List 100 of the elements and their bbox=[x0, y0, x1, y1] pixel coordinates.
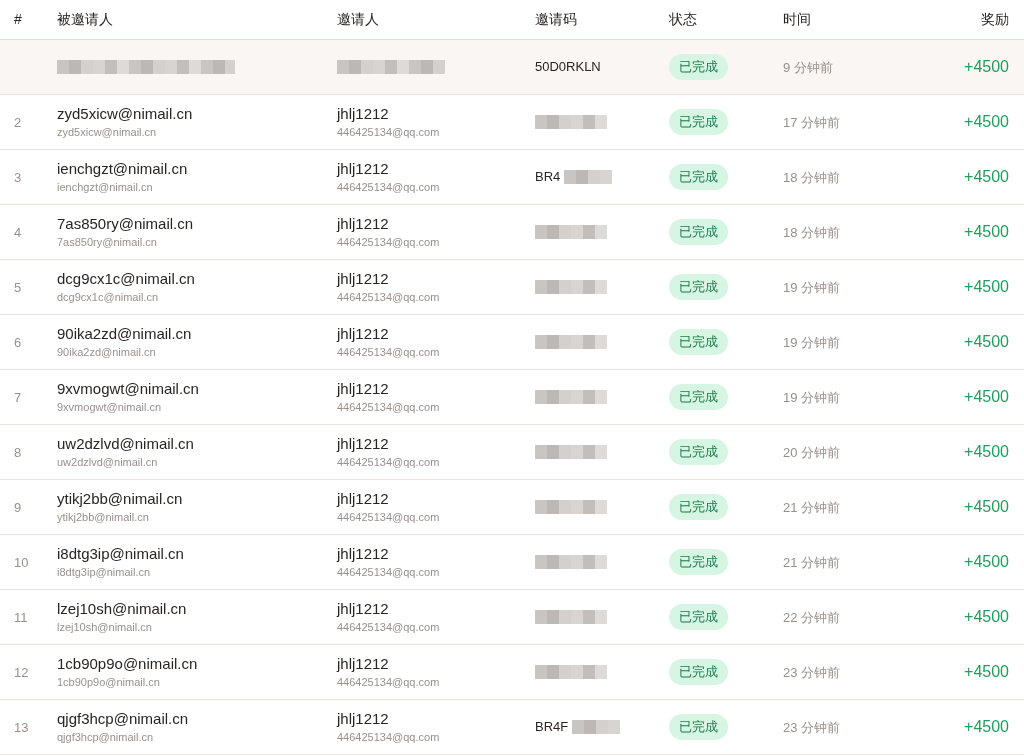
person-name: jhlj1212 bbox=[337, 434, 390, 454]
reward-amount: +4500 bbox=[964, 223, 1009, 240]
person-email: 7as850ry@nimail.cn bbox=[57, 235, 158, 250]
column-header: 奖励 bbox=[981, 10, 1009, 29]
column-header: 邀请人 bbox=[337, 10, 379, 29]
status-badge: 已完成 bbox=[669, 274, 728, 300]
person-name: zyd5xicw@nimail.cn bbox=[57, 104, 194, 124]
person-name: 7as850ry@nimail.cn bbox=[57, 214, 195, 234]
time-text: 23 分钟前 bbox=[783, 720, 841, 735]
person-email: 9xvmogwt@nimail.cn bbox=[57, 400, 163, 415]
reward-amount: +4500 bbox=[964, 663, 1009, 680]
row-number: 3 bbox=[14, 170, 22, 185]
person-name: jhlj1212 bbox=[337, 709, 390, 729]
status-badge: 已完成 bbox=[669, 54, 728, 80]
invite-code: BR4 bbox=[535, 168, 561, 187]
person-email: 446425134@qq.com bbox=[337, 345, 441, 360]
person-email: 446425134@qq.com bbox=[337, 400, 441, 415]
time-text: 20 分钟前 bbox=[783, 445, 841, 460]
reward-amount: +4500 bbox=[964, 278, 1009, 295]
time-text: 18 分钟前 bbox=[783, 170, 841, 185]
person-email: 446425134@qq.com bbox=[337, 620, 441, 635]
row-number: 2 bbox=[14, 115, 22, 130]
person-name: i8dtg3ip@nimail.cn bbox=[57, 544, 185, 564]
person-name: 1cb90p9o@nimail.cn bbox=[57, 654, 199, 674]
status-badge: 已完成 bbox=[669, 714, 728, 740]
time-text: 22 分钟前 bbox=[783, 610, 841, 625]
time-text: 19 分钟前 bbox=[783, 335, 841, 350]
person-email: 446425134@qq.com bbox=[337, 125, 441, 140]
person-email: ytikj2bb@nimail.cn bbox=[57, 510, 150, 525]
person-name: jhlj1212 bbox=[337, 379, 390, 399]
status-badge: 已完成 bbox=[669, 329, 728, 355]
person-name: jhlj1212 bbox=[337, 104, 390, 124]
person-name: jhlj1212 bbox=[337, 544, 390, 564]
person-name: jhlj1212 bbox=[337, 654, 390, 674]
status-badge: 已完成 bbox=[669, 494, 728, 520]
person-name: 90ika2zd@nimail.cn bbox=[57, 324, 193, 344]
person-name: jhlj1212 bbox=[337, 599, 390, 619]
person-name: uw2dzlvd@nimail.cn bbox=[57, 434, 195, 454]
column-header: # bbox=[14, 10, 22, 29]
person-name: ytikj2bb@nimail.cn bbox=[57, 489, 184, 509]
row-number: 8 bbox=[14, 445, 22, 460]
column-header: 被邀请人 bbox=[57, 10, 113, 29]
column-header: 状态 bbox=[669, 10, 697, 29]
person-email: 446425134@qq.com bbox=[337, 235, 441, 250]
status-badge: 已完成 bbox=[669, 604, 728, 630]
person-email: 90ika2zd@nimail.cn bbox=[57, 345, 157, 360]
person-name: jhlj1212 bbox=[337, 159, 390, 179]
row-number: 5 bbox=[14, 280, 22, 295]
status-badge: 已完成 bbox=[669, 659, 728, 685]
row-number: 9 bbox=[14, 500, 22, 515]
person-email: 446425134@qq.com bbox=[337, 675, 441, 690]
time-text: 19 分钟前 bbox=[783, 280, 841, 295]
reward-amount: +4500 bbox=[964, 608, 1009, 625]
person-email: 1cb90p9o@nimail.cn bbox=[57, 675, 161, 690]
person-name: dcg9cx1c@nimail.cn bbox=[57, 269, 196, 289]
person-email: uw2dzlvd@nimail.cn bbox=[57, 455, 159, 470]
person-email: 446425134@qq.com bbox=[337, 510, 441, 525]
person-name: qjgf3hcp@nimail.cn bbox=[57, 709, 190, 729]
reward-amount: +4500 bbox=[964, 443, 1009, 460]
reward-amount: +4500 bbox=[964, 553, 1009, 570]
row-number: 7 bbox=[14, 390, 22, 405]
person-name: jhlj1212 bbox=[337, 489, 390, 509]
reward-amount: +4500 bbox=[964, 113, 1009, 130]
column-header: 邀请码 bbox=[535, 10, 577, 29]
time-text: 23 分钟前 bbox=[783, 665, 841, 680]
time-text: 19 分钟前 bbox=[783, 390, 841, 405]
person-name: jhlj1212 bbox=[337, 269, 390, 289]
row-number: 13 bbox=[14, 720, 29, 735]
person-email: ienchgzt@nimail.cn bbox=[57, 180, 154, 195]
person-email: 446425134@qq.com bbox=[337, 730, 441, 745]
person-name: jhlj1212 bbox=[337, 214, 390, 234]
person-email: zyd5xicw@nimail.cn bbox=[57, 125, 158, 140]
person-email: dcg9cx1c@nimail.cn bbox=[57, 290, 160, 305]
time-text: 17 分钟前 bbox=[783, 115, 841, 130]
column-header: 时间 bbox=[783, 10, 811, 29]
status-badge: 已完成 bbox=[669, 384, 728, 410]
person-email: 446425134@qq.com bbox=[337, 180, 441, 195]
status-badge: 已完成 bbox=[669, 549, 728, 575]
status-badge: 已完成 bbox=[669, 109, 728, 135]
person-name: lzej10sh@nimail.cn bbox=[57, 599, 188, 619]
row-number: 6 bbox=[14, 335, 22, 350]
reward-amount: +4500 bbox=[964, 498, 1009, 515]
person-email: 446425134@qq.com bbox=[337, 290, 441, 305]
time-text: 21 分钟前 bbox=[783, 555, 841, 570]
person-email: 446425134@qq.com bbox=[337, 565, 441, 580]
person-name: ienchgzt@nimail.cn bbox=[57, 159, 189, 179]
reward-amount: +4500 bbox=[964, 168, 1009, 185]
time-text: 21 分钟前 bbox=[783, 500, 841, 515]
time-text: 9 分钟前 bbox=[783, 60, 833, 75]
time-text: 18 分钟前 bbox=[783, 225, 841, 240]
person-name: 9xvmogwt@nimail.cn bbox=[57, 379, 200, 399]
reward-amount: +4500 bbox=[964, 718, 1009, 735]
person-name: jhlj1212 bbox=[337, 324, 390, 344]
status-badge: 已完成 bbox=[669, 219, 728, 245]
reward-amount: +4500 bbox=[964, 58, 1009, 75]
reward-amount: +4500 bbox=[964, 333, 1009, 350]
person-email: i8dtg3ip@nimail.cn bbox=[57, 565, 152, 580]
status-badge: 已完成 bbox=[669, 439, 728, 465]
person-email: lzej10sh@nimail.cn bbox=[57, 620, 153, 635]
row-number: 10 bbox=[14, 555, 29, 570]
